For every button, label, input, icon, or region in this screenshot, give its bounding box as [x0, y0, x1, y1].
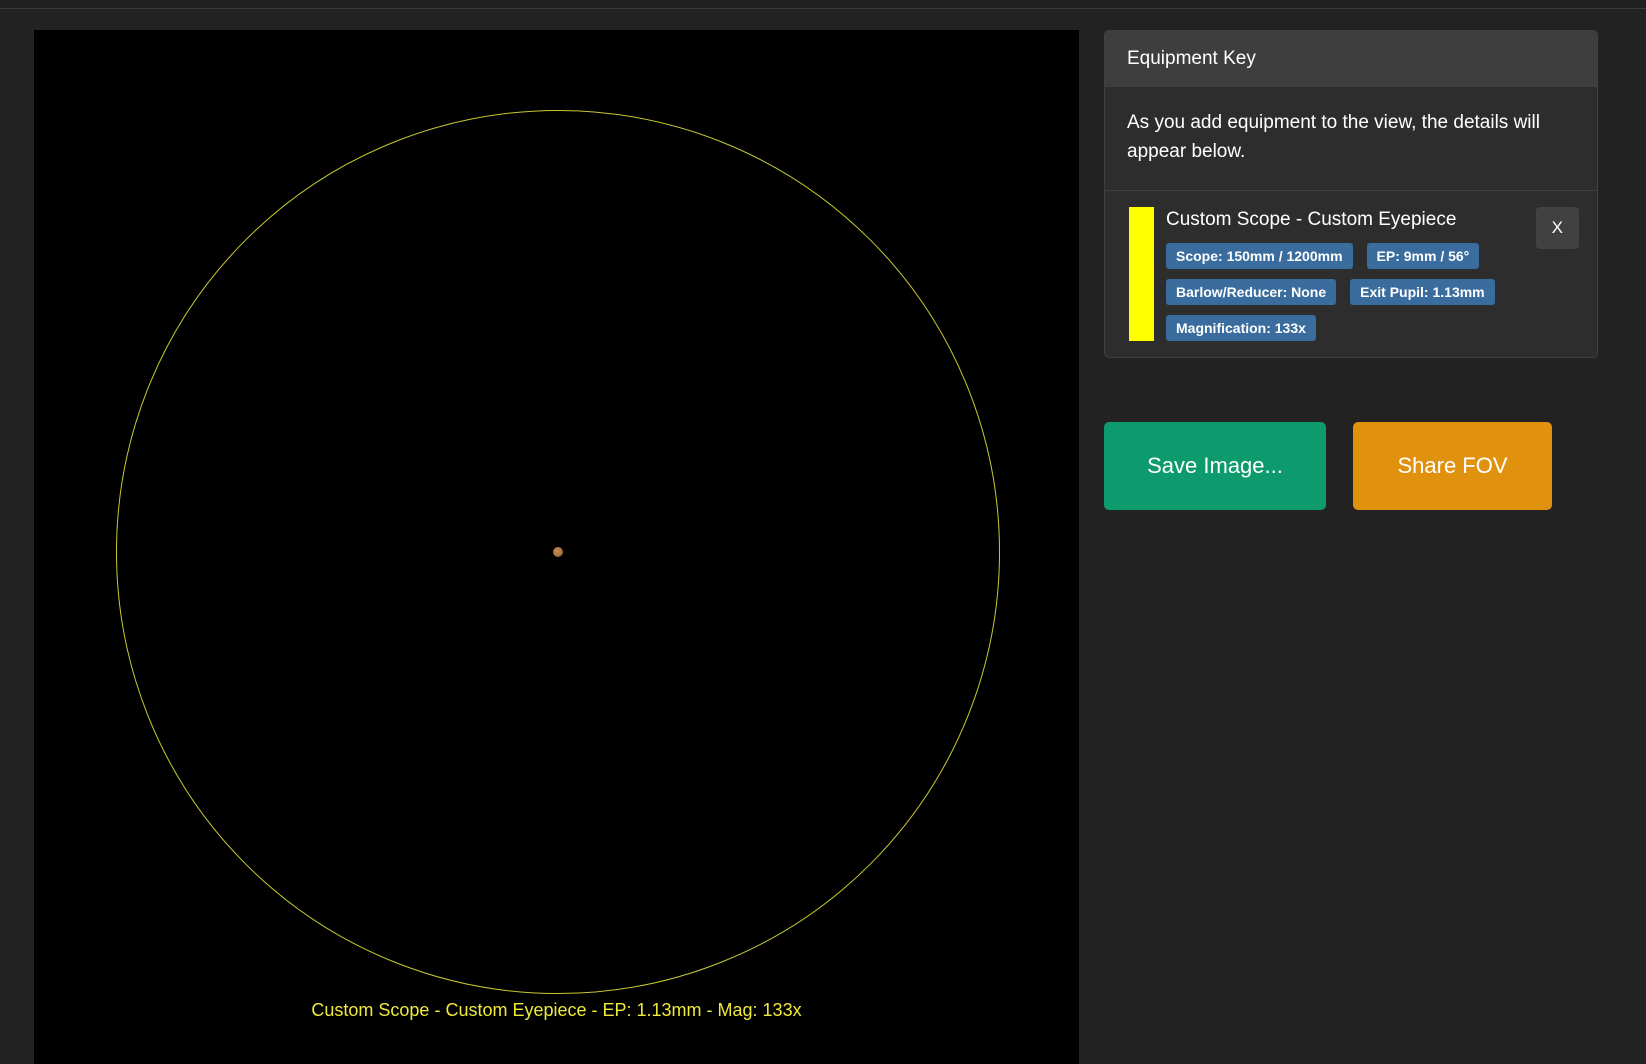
- equipment-color-swatch: [1129, 207, 1154, 341]
- equipment-key-header: Equipment Key: [1105, 31, 1597, 87]
- equipment-key-panel: Equipment Key As you add equipment to th…: [1104, 30, 1598, 358]
- badge-magnification: Magnification: 133x: [1166, 315, 1316, 341]
- remove-equipment-button[interactable]: X: [1535, 207, 1579, 249]
- badge-exit-pupil: Exit Pupil: 1.13mm: [1350, 279, 1495, 305]
- top-divider: [0, 0, 1646, 9]
- equipment-title: Custom Scope - Custom Eyepiece: [1166, 209, 1457, 230]
- badge-barlow-reducer: Barlow/Reducer: None: [1166, 279, 1337, 305]
- save-image-button[interactable]: Save Image...: [1104, 422, 1326, 510]
- badge-scope: Scope: 150mm / 1200mm: [1166, 243, 1353, 269]
- planet-dot: [553, 547, 563, 557]
- equipment-badges: Scope: 150mm / 1200mm EP: 9mm / 56° Barl…: [1166, 243, 1511, 341]
- share-fov-button[interactable]: Share FOV: [1353, 422, 1552, 510]
- equipment-info: Custom Scope - Custom Eyepiece Scope: 15…: [1166, 207, 1581, 341]
- badge-eyepiece: EP: 9mm / 56°: [1366, 243, 1480, 269]
- fov-canvas: Custom Scope - Custom Eyepiece - EP: 1.1…: [34, 30, 1079, 1064]
- equipment-key-intro: As you add equipment to the view, the de…: [1105, 87, 1597, 191]
- equipment-item: Custom Scope - Custom Eyepiece Scope: 15…: [1105, 191, 1597, 357]
- equipment-key-title: Equipment Key: [1127, 48, 1256, 69]
- fov-caption: Custom Scope - Custom Eyepiece - EP: 1.1…: [311, 1000, 802, 1020]
